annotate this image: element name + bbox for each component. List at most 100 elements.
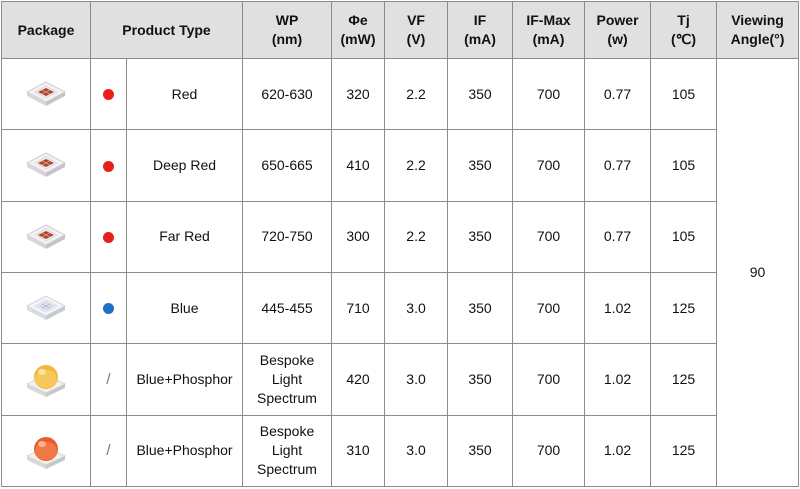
red-led-package-icon xyxy=(26,153,66,178)
indicator-cell xyxy=(90,129,127,202)
header-phie: Φe (mW) xyxy=(331,1,386,59)
slash-marker: / xyxy=(106,370,111,388)
viewing-angle-cell: 90 xyxy=(716,58,800,487)
tj-cell: 105 xyxy=(650,200,718,273)
if-cell: 350 xyxy=(447,129,514,202)
indicator-cell: / xyxy=(90,343,127,416)
vf-cell: 2.2 xyxy=(384,57,449,131)
header-vf-line2: (V) xyxy=(406,31,426,47)
header-if-line1: IF xyxy=(473,12,487,28)
power-cell: 0.77 xyxy=(584,200,652,273)
header-viewing-line1: Viewing xyxy=(731,12,784,28)
if-max-cell: 700 xyxy=(512,343,586,416)
header-vf: VF (V) xyxy=(384,1,449,59)
if-max-cell: 700 xyxy=(512,57,586,131)
red-dot-icon xyxy=(103,232,114,244)
header-package: Package xyxy=(1,1,91,59)
table-row: / Blue+Phosphor Bespoke Light Spectrum 420… xyxy=(1,343,799,416)
power-cell: 1.02 xyxy=(584,414,652,488)
red-led-package-icon xyxy=(26,81,66,107)
wp-cell: 620-630 xyxy=(242,57,333,131)
wp-line: Bespoke xyxy=(259,351,315,368)
power-cell: 1.02 xyxy=(584,343,652,416)
wp-line: Light xyxy=(271,442,303,459)
wp-cell: Bespoke Light Spectrum xyxy=(242,414,333,488)
package-cell xyxy=(1,129,91,202)
if-max-cell: 700 xyxy=(512,271,586,345)
header-power: Power (w) xyxy=(584,1,652,59)
wp-line: Light xyxy=(271,370,303,387)
phie-cell: 710 xyxy=(331,271,386,345)
orange-dome-led-package-icon xyxy=(26,436,66,469)
header-vf-line1: VF xyxy=(407,12,425,28)
package-cell xyxy=(1,200,91,273)
wp-cell: 445-455 xyxy=(242,271,333,345)
product-type-cell: Red xyxy=(125,57,244,131)
package-cell xyxy=(1,343,91,416)
package-cell xyxy=(1,271,91,345)
header-viewing-angle: Viewing Angle(°) xyxy=(716,1,800,59)
header-power-line1: Power xyxy=(596,12,639,28)
indicator-cell xyxy=(90,200,127,273)
header-if-max: IF-Max (mA) xyxy=(512,1,586,59)
vf-cell: 2.2 xyxy=(384,200,449,273)
header-if-line2: (mA) xyxy=(464,31,496,47)
wp-line: Spectrum xyxy=(257,389,317,406)
power-cell: 1.02 xyxy=(584,271,652,345)
if-max-cell: 700 xyxy=(512,129,586,202)
if-cell: 350 xyxy=(447,343,514,416)
indicator-cell xyxy=(90,271,127,345)
slash-marker: / xyxy=(106,442,111,460)
header-wp-line2: (nm) xyxy=(271,31,303,47)
header-if-max-line2: (mA) xyxy=(532,31,565,47)
if-max-cell: 700 xyxy=(512,414,586,488)
if-cell: 350 xyxy=(447,57,514,131)
if-max-cell: 700 xyxy=(512,200,586,273)
table-row: Blue 445-455 710 3.0 350 700 1.02 125 xyxy=(1,271,799,345)
wp-line: Spectrum xyxy=(257,461,317,478)
wp-line: Bespoke xyxy=(259,423,315,440)
led-spec-table: Package Product Type WP (nm) Φe (mW) VF (V)… xyxy=(1,1,800,488)
product-type-cell: Blue+Phosphor xyxy=(125,343,244,416)
table-row: Far Red 720-750 300 2.2 350 700 0.77 105 xyxy=(1,200,799,273)
tj-cell: 125 xyxy=(650,414,718,488)
phie-cell: 410 xyxy=(331,129,386,202)
blue-dot-icon xyxy=(103,303,114,315)
product-type-cell: Blue+Phosphor xyxy=(125,414,244,488)
tj-cell: 105 xyxy=(650,57,718,131)
red-dot-icon xyxy=(103,89,114,101)
header-phie-line1: Φe xyxy=(348,12,368,28)
header-tj-line2: (℃) xyxy=(670,31,697,47)
if-cell: 350 xyxy=(447,414,514,488)
package-cell xyxy=(1,57,91,131)
vf-cell: 2.2 xyxy=(384,129,449,202)
header-product-type: Product Type xyxy=(89,1,244,59)
wp-cell: 650-665 xyxy=(242,129,333,202)
header-if: IF (mA) xyxy=(447,1,514,59)
package-cell xyxy=(1,414,91,488)
phie-cell: 310 xyxy=(331,414,386,488)
clear-led-package-icon xyxy=(26,295,66,321)
phie-cell: 420 xyxy=(331,343,386,416)
product-type-cell: Deep Red xyxy=(125,129,244,202)
wp-cell: 720-750 xyxy=(242,200,333,273)
indicator-cell: / xyxy=(90,414,127,488)
phie-cell: 320 xyxy=(331,57,386,131)
wp-cell: Bespoke Light Spectrum xyxy=(242,343,333,416)
header-power-line2: (w) xyxy=(607,31,628,47)
table-row: / Blue+Phosphor Bespoke Light Spectrum 310… xyxy=(1,414,799,488)
vf-cell: 3.0 xyxy=(384,271,449,345)
header-tj-line1: Tj xyxy=(677,12,690,28)
header-if-max-line1: IF-Max xyxy=(526,12,571,28)
header-row: Package Product Type WP (nm) Φe (mW) VF (V)… xyxy=(1,1,800,59)
phie-cell: 300 xyxy=(331,200,386,273)
red-led-package-icon xyxy=(26,224,66,249)
header-tj: Tj (℃) xyxy=(650,1,718,59)
table-row: Deep Red 650-665 410 2.2 350 700 0.77 10… xyxy=(1,129,799,202)
if-cell: 350 xyxy=(447,271,514,345)
vf-cell: 3.0 xyxy=(384,343,449,416)
header-phie-line2: (mW) xyxy=(340,31,376,47)
if-cell: 350 xyxy=(447,200,514,273)
header-viewing-line2: Angle(°) xyxy=(730,31,785,47)
tj-cell: 125 xyxy=(650,343,718,416)
